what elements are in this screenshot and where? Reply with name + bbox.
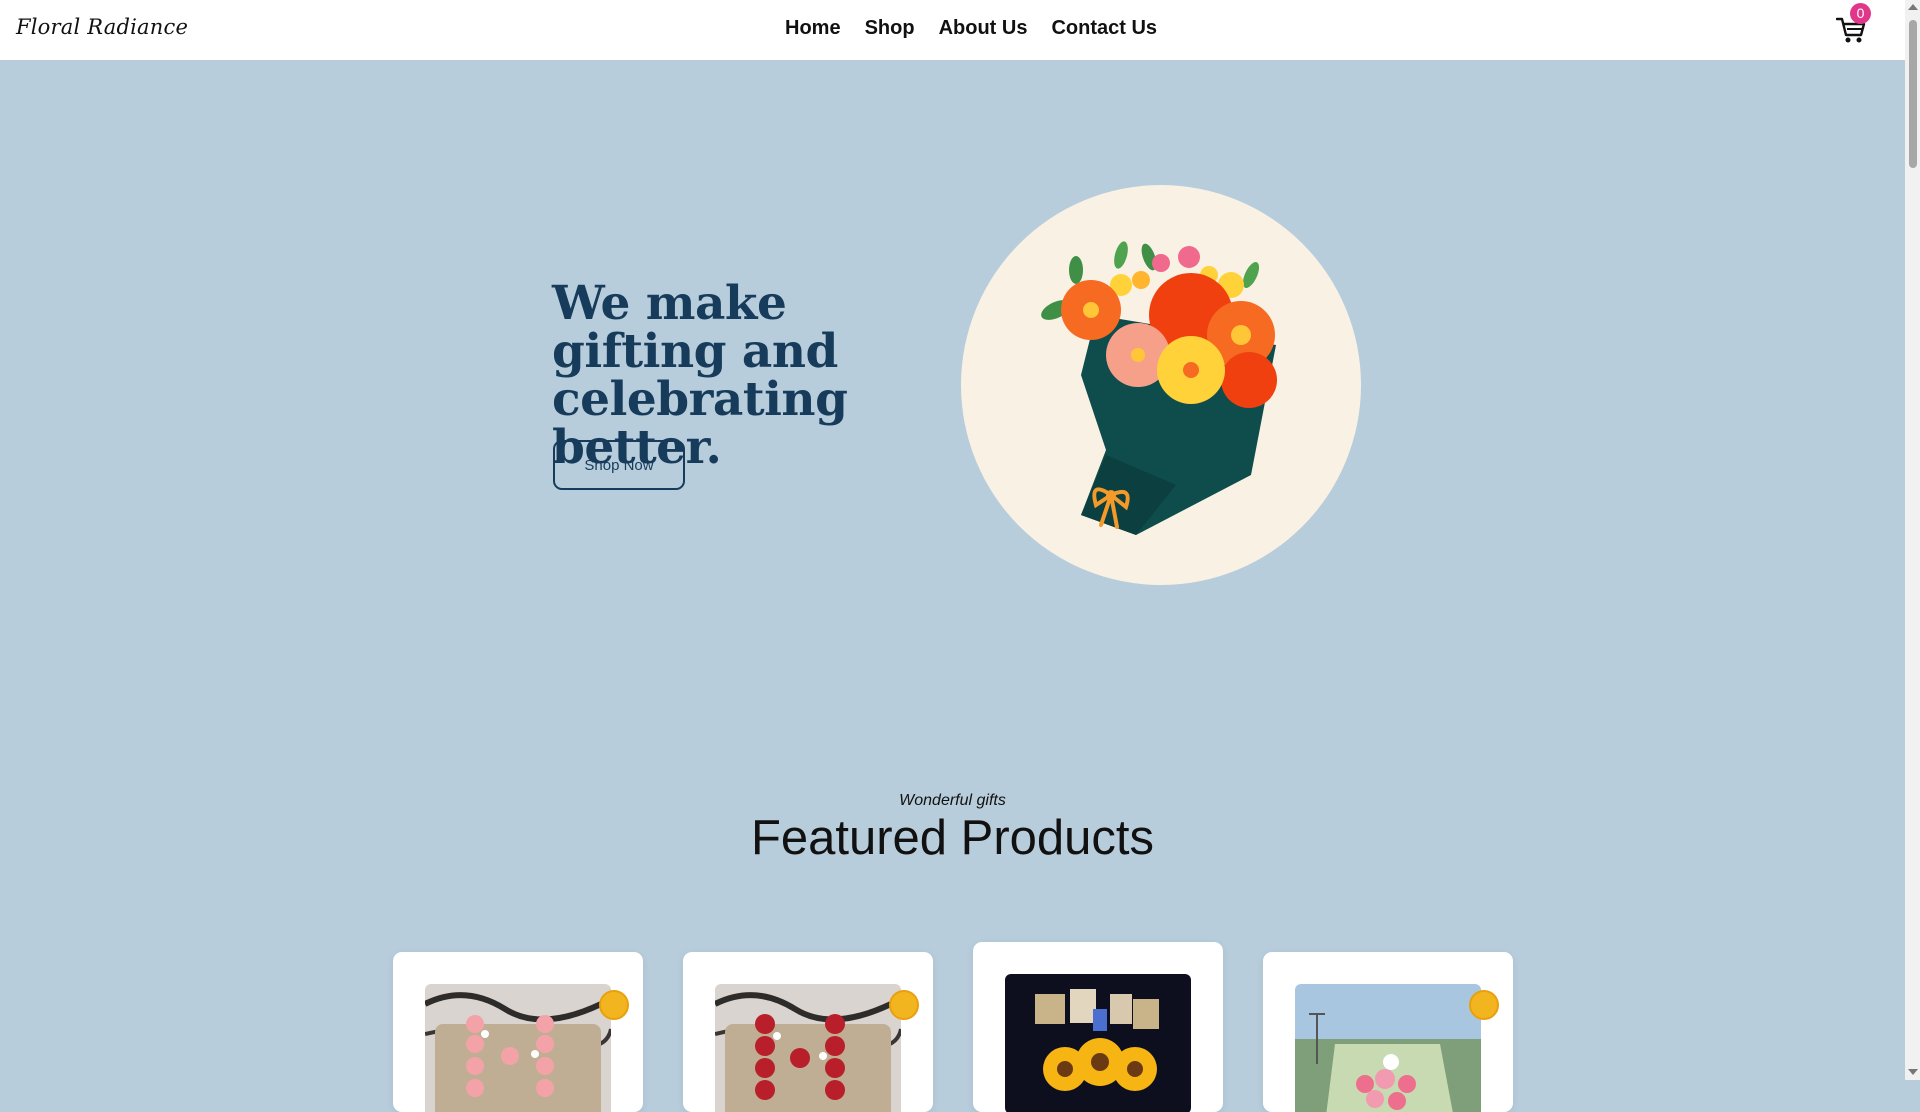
featured-kicker: Wonderful gifts (899, 792, 1006, 809)
featured-title: Featured Products (750, 811, 1155, 865)
product-card[interactable] (393, 952, 643, 1112)
product-image[interactable] (715, 984, 901, 1112)
shop-now-button[interactable]: Shop Now (553, 440, 685, 490)
cart-count-badge: 0 (1850, 3, 1871, 24)
nav-home[interactable]: Home (785, 17, 841, 40)
product-card[interactable] (1263, 952, 1513, 1112)
nav-shop[interactable]: Shop (865, 17, 915, 40)
nav-about-us[interactable]: About Us (939, 17, 1028, 40)
scroll-down-icon[interactable] (1908, 1069, 1918, 1075)
nav-contact-us[interactable]: Contact Us (1051, 17, 1157, 40)
scroll-up-icon[interactable] (1908, 4, 1918, 10)
product-image[interactable] (425, 984, 611, 1112)
product-badge-icon (1469, 990, 1499, 1020)
product-card[interactable] (683, 952, 933, 1112)
product-card[interactable] (973, 942, 1223, 1112)
scrollbar-thumb[interactable] (1909, 20, 1917, 168)
product-badge-icon (599, 990, 629, 1020)
main-nav: Home Shop About Us Contact Us (785, 17, 1157, 40)
site-header: Floral Radiance Home Shop About Us Conta… (0, 0, 1905, 60)
product-badge-icon (889, 990, 919, 1020)
product-image[interactable] (1295, 984, 1481, 1112)
hero-bouquet-illustration (961, 185, 1361, 585)
site-logo[interactable]: Floral Radiance (16, 15, 188, 39)
product-image[interactable] (1005, 974, 1191, 1112)
